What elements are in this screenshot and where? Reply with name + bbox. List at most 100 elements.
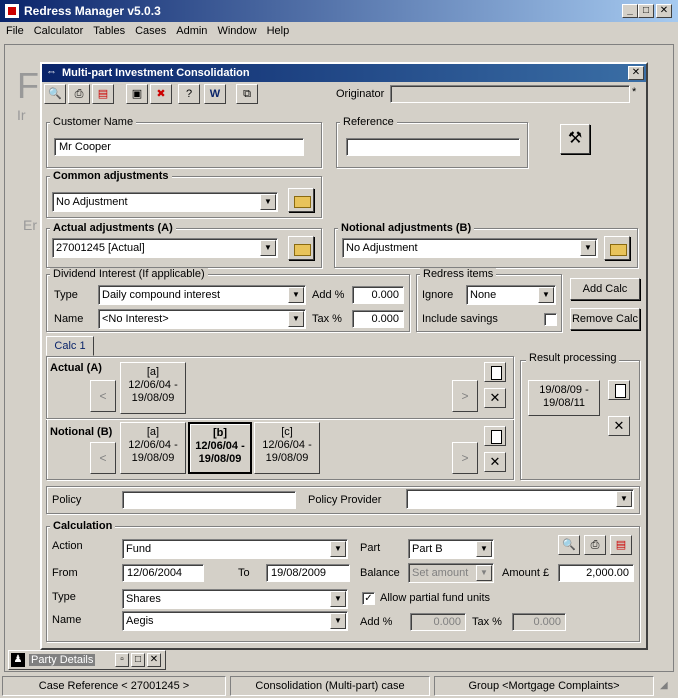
notional-delete-segment-button[interactable]: ✕	[484, 452, 506, 472]
dividend-tax-input[interactable]: 0.000	[352, 310, 404, 328]
actual-adjustments-open-button[interactable]	[288, 236, 314, 260]
dividend-add-input[interactable]: 0.000	[352, 286, 404, 304]
actual-delete-segment-button[interactable]: ✕	[484, 388, 506, 408]
chevron-down-icon[interactable]: ▼	[616, 491, 632, 507]
chevron-down-icon[interactable]: ▼	[288, 287, 304, 303]
notional-next-button[interactable]: >	[452, 442, 478, 474]
minimize-button[interactable]: _	[622, 4, 638, 18]
chevron-down-icon[interactable]: ▼	[580, 240, 596, 256]
tab-calc-1[interactable]: Calc 1	[46, 336, 94, 356]
app-title-bar: Redress Manager v5.0.3 _ □ ✕	[0, 0, 678, 22]
close-button[interactable]: ✕	[147, 653, 161, 667]
save-button[interactable]: ▣	[126, 84, 148, 104]
copy-icon: ⧉	[243, 88, 251, 100]
preview-button[interactable]: 🔍	[44, 84, 66, 104]
type-select[interactable]: Shares ▼	[122, 589, 348, 609]
menu-file[interactable]: File	[2, 22, 28, 40]
segment-code: [a]	[146, 426, 160, 438]
menu-help[interactable]: Help	[263, 22, 294, 40]
result-delete-button[interactable]: ✕	[608, 416, 630, 436]
word-button[interactable]: W	[204, 84, 226, 104]
add-calc-button[interactable]: Add Calc	[570, 278, 640, 300]
background-text: Er	[23, 217, 37, 233]
from-date-input[interactable]: 12/06/2004	[122, 564, 204, 582]
menu-admin[interactable]: Admin	[172, 22, 211, 40]
menu-window[interactable]: Window	[213, 22, 260, 40]
common-adjustments-select[interactable]: No Adjustment ▼	[52, 192, 278, 212]
actual-adjustments-select[interactable]: 27001245 [Actual] ▼	[52, 238, 278, 258]
balance-select[interactable]: Set amount ▼	[408, 563, 494, 583]
calc-pdf-button[interactable]: ▤	[610, 535, 632, 555]
calc-tax-input[interactable]: 0.000	[512, 613, 566, 631]
actual-prev-button[interactable]: <	[90, 380, 116, 412]
result-segment[interactable]: 19/08/09 - 19/08/11	[528, 380, 600, 416]
notional-prev-button[interactable]: <	[90, 442, 116, 474]
part-select[interactable]: Part B ▼	[408, 539, 494, 559]
result-end: 19/08/11	[542, 397, 585, 409]
dividend-type-value: Daily compound interest	[102, 289, 221, 301]
menu-tables[interactable]: Tables	[89, 22, 129, 40]
dividend-type-select[interactable]: Daily compound interest ▼	[98, 285, 306, 305]
ignore-select[interactable]: None ▼	[466, 285, 556, 305]
result-new-button[interactable]	[608, 380, 630, 400]
pdf-button[interactable]: ▤	[92, 84, 114, 104]
resize-grip-icon[interactable]: ◢	[660, 680, 674, 694]
reference-input[interactable]	[346, 138, 520, 156]
notional-new-segment-button[interactable]	[484, 426, 506, 446]
action-select[interactable]: Fund ▼	[122, 539, 348, 559]
amount-label: Amount £	[502, 567, 550, 579]
required-marker: *	[632, 86, 637, 98]
consolidation-window: ⇔ Multi-part Investment Consolidation ✕ …	[40, 62, 648, 650]
calc-print-button[interactable]: ⎙	[584, 535, 606, 555]
chevron-down-icon[interactable]: ▼	[288, 311, 304, 327]
dividend-name-select[interactable]: <No Interest> ▼	[98, 309, 306, 329]
calc-preview-button[interactable]: 🔍	[558, 535, 580, 555]
chevron-down-icon[interactable]: ▼	[330, 591, 346, 607]
restore-button[interactable]: ▫	[115, 653, 129, 667]
include-savings-checkbox[interactable]	[544, 313, 557, 326]
menu-cases[interactable]: Cases	[131, 22, 170, 40]
child-close-button[interactable]: ✕	[628, 66, 644, 80]
notional-segment-c[interactable]: [c] 12/06/04 - 19/08/09	[254, 422, 320, 474]
party-details-minimized[interactable]: ♟ Party Details ▫ □ ✕	[8, 650, 166, 670]
menu-calculator[interactable]: Calculator	[30, 22, 88, 40]
actual-next-button[interactable]: >	[452, 380, 478, 412]
notional-adjustments-select[interactable]: No Adjustment ▼	[342, 238, 598, 258]
partial-units-checkbox[interactable]: ✓	[362, 592, 375, 605]
child-title: Multi-part Investment Consolidation	[62, 67, 250, 79]
actual-new-segment-button[interactable]	[484, 362, 506, 382]
help-button[interactable]: ?	[178, 84, 200, 104]
chevron-down-icon[interactable]: ▼	[330, 541, 346, 557]
menu-bar: File Calculator Tables Cases Admin Window Help	[0, 22, 678, 42]
notional-adjustments-open-button[interactable]	[604, 236, 630, 260]
common-adjustments-open-button[interactable]	[288, 188, 314, 212]
wand-icon: ⚒	[567, 130, 583, 147]
chevron-down-icon[interactable]: ▼	[330, 613, 346, 629]
copy-button[interactable]: ⧉	[236, 84, 258, 104]
maximize-button[interactable]: □	[638, 4, 654, 18]
name-select[interactable]: Aegis ▼	[122, 611, 348, 631]
notional-segment-a[interactable]: [a] 12/06/04 - 19/08/09	[120, 422, 186, 474]
segment-end: 19/08/09	[131, 452, 175, 464]
notional-segment-b[interactable]: [b] 12/06/04 - 19/08/09	[188, 422, 252, 474]
chevron-down-icon[interactable]: ▼	[260, 194, 276, 210]
calc-add-input[interactable]: 0.000	[410, 613, 466, 631]
actual-segment-a[interactable]: [a] 12/06/04 - 19/08/09	[120, 362, 186, 414]
print-button[interactable]: ⎙	[68, 84, 90, 104]
reference-label: Reference	[340, 116, 397, 128]
close-button[interactable]: ✕	[656, 4, 672, 18]
chevron-down-icon[interactable]: ▼	[260, 240, 276, 256]
maximize-button[interactable]: □	[131, 653, 145, 667]
amount-input[interactable]: 2,000.00	[558, 564, 634, 582]
chevron-down-icon[interactable]: ▼	[476, 541, 492, 557]
chevron-down-icon[interactable]: ▼	[538, 287, 554, 303]
originator-field[interactable]	[390, 85, 630, 103]
policy-input[interactable]	[122, 491, 296, 509]
remove-calc-button[interactable]: Remove Calc	[570, 308, 640, 330]
customer-name-input[interactable]: Mr Cooper	[54, 138, 304, 156]
policy-provider-select[interactable]: ▼	[406, 489, 634, 509]
chevron-down-icon[interactable]: ▼	[476, 565, 492, 581]
wand-button[interactable]: ⚒	[560, 124, 590, 154]
to-date-input[interactable]: 19/08/2009	[266, 564, 350, 582]
delete-button[interactable]: ✖	[150, 84, 172, 104]
